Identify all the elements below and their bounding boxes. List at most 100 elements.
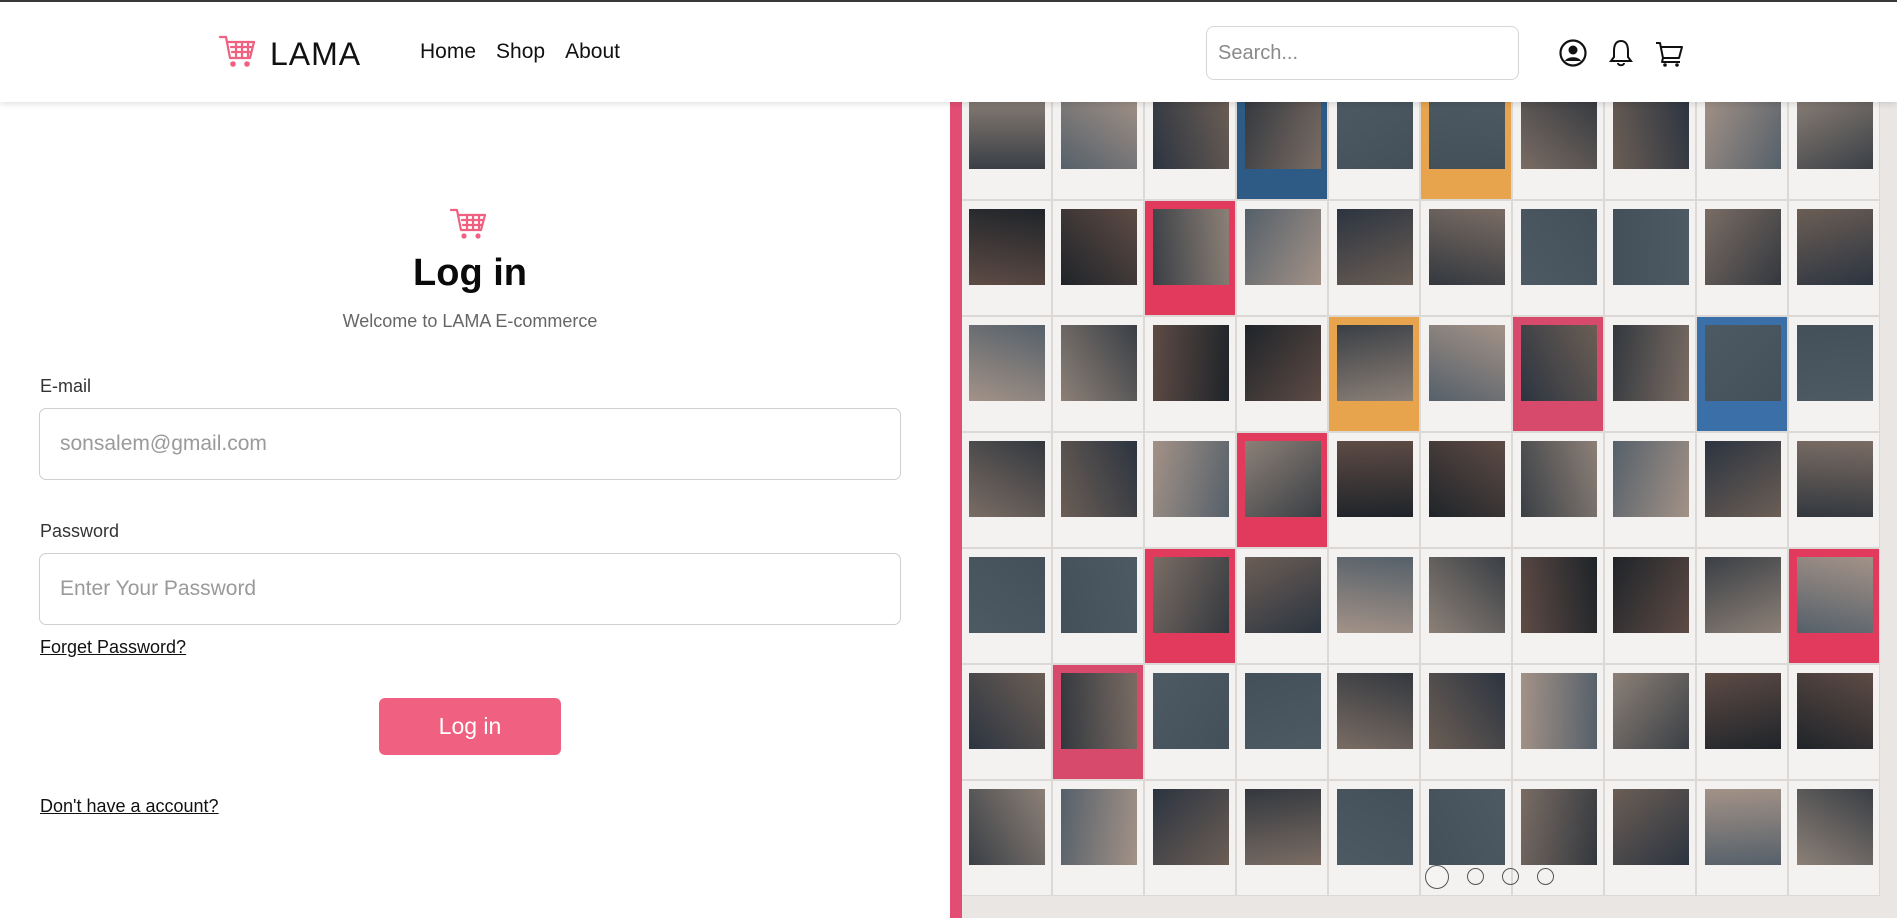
photo-tile: [1788, 432, 1880, 548]
cart-logo-icon: [218, 32, 258, 77]
nav-home[interactable]: Home: [420, 40, 476, 64]
photo-tile: [1696, 780, 1788, 896]
photo-tile: [1696, 316, 1788, 432]
photo-tile: [1788, 664, 1880, 780]
photo-tile: [1144, 102, 1236, 200]
photo-tile: [1512, 432, 1604, 548]
brand-name: LAMA: [270, 36, 362, 72]
photo-tile: [1604, 102, 1696, 200]
photo-tile: [1236, 432, 1328, 548]
user-circle-icon[interactable]: [1558, 38, 1588, 68]
photo-tile: [960, 200, 1052, 316]
photo-tile: [1052, 780, 1144, 896]
photo-tile: [1144, 200, 1236, 316]
carousel-dot[interactable]: [1537, 868, 1554, 885]
photo-tile: [1052, 432, 1144, 548]
carousel-dot[interactable]: [1502, 868, 1519, 885]
carousel-dots: [1425, 865, 1554, 889]
photo-tile: [1052, 102, 1144, 200]
photo-tile: [1236, 780, 1328, 896]
photo-tile: [960, 102, 1052, 200]
photo-tile: [1512, 102, 1604, 200]
header-icons: [1558, 38, 1684, 68]
login-subtitle: Welcome to LAMA E-commerce: [342, 311, 598, 331]
photo-tile: [1512, 548, 1604, 664]
photo-tile: [1328, 200, 1420, 316]
logo[interactable]: LAMA: [218, 32, 361, 77]
photo-tile: [1328, 316, 1420, 432]
photo-tile: [1420, 316, 1512, 432]
photo-tile: [1328, 780, 1420, 896]
nav-about[interactable]: About: [565, 40, 620, 64]
photo-tile: [1604, 548, 1696, 664]
photo-tile: [1052, 548, 1144, 664]
photo-tile: [1052, 316, 1144, 432]
carousel-dot[interactable]: [1467, 868, 1484, 885]
bell-icon[interactable]: [1606, 38, 1636, 68]
photo-tile: [1052, 664, 1144, 780]
photo-tile: [1328, 664, 1420, 780]
photo-tile: [1236, 102, 1328, 200]
photo-tile: [1512, 664, 1604, 780]
photo-tile: [1604, 780, 1696, 896]
navbar: LAMA Home Shop About: [0, 2, 1897, 102]
photo-tile: [1144, 548, 1236, 664]
photo-wall: [960, 102, 1880, 896]
photo-tile: [1420, 102, 1512, 200]
hero-image: [950, 102, 1897, 918]
photo-tile: [1328, 102, 1420, 200]
image-edge: [950, 102, 962, 918]
cart-logo-icon: [448, 206, 490, 247]
photo-tile: [1328, 432, 1420, 548]
photo-tile: [1144, 780, 1236, 896]
carousel-dot[interactable]: [1425, 865, 1449, 889]
cart-icon[interactable]: [1654, 38, 1684, 68]
email-label: E-mail: [40, 376, 92, 396]
login-panel: Log in Welcome to LAMA E-commerce E-mail…: [0, 102, 950, 918]
photo-tile: [1788, 200, 1880, 316]
photo-tile: [1604, 200, 1696, 316]
photo-tile: [1328, 548, 1420, 664]
photo-tile: [1696, 432, 1788, 548]
photo-tile: [1788, 316, 1880, 432]
photo-tile: [1236, 200, 1328, 316]
login-button[interactable]: Log in: [379, 698, 561, 755]
photo-tile: [960, 548, 1052, 664]
photo-tile: [1696, 200, 1788, 316]
photo-tile: [1788, 102, 1880, 200]
password-label: Password: [40, 521, 120, 541]
signup-link[interactable]: Don't have a account?: [40, 796, 219, 817]
nav-shop[interactable]: Shop: [496, 40, 545, 64]
forgot-password-link[interactable]: Forget Password?: [40, 637, 186, 658]
photo-tile: [1144, 432, 1236, 548]
photo-tile: [1236, 316, 1328, 432]
photo-tile: [1144, 664, 1236, 780]
photo-tile: [1144, 316, 1236, 432]
photo-tile: [960, 316, 1052, 432]
photo-tile: [1512, 200, 1604, 316]
photo-tile: [1052, 200, 1144, 316]
photo-tile: [1236, 548, 1328, 664]
photo-tile: [1512, 316, 1604, 432]
login-title: Log in: [413, 252, 527, 294]
photo-tile: [1788, 780, 1880, 896]
photo-tile: [1788, 548, 1880, 664]
password-field[interactable]: [39, 553, 901, 625]
photo-tile: [1604, 316, 1696, 432]
photo-tile: [1420, 548, 1512, 664]
photo-tile: [960, 780, 1052, 896]
photo-tile: [1236, 664, 1328, 780]
photo-tile: [1420, 664, 1512, 780]
photo-tile: [1696, 102, 1788, 200]
photo-tile: [960, 432, 1052, 548]
photo-tile: [1696, 664, 1788, 780]
main-nav: Home Shop About: [420, 40, 620, 64]
photo-tile: [1604, 664, 1696, 780]
photo-tile: [1604, 432, 1696, 548]
email-field[interactable]: [39, 408, 901, 480]
photo-tile: [1420, 432, 1512, 548]
photo-tile: [960, 664, 1052, 780]
photo-tile: [1420, 200, 1512, 316]
search-input[interactable]: [1206, 26, 1519, 80]
photo-tile: [1696, 548, 1788, 664]
